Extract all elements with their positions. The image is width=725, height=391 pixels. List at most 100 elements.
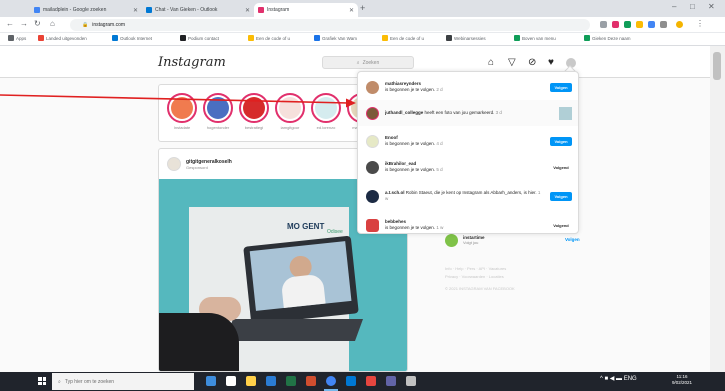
bookmark[interactable]: Een de code of u <box>382 35 424 41</box>
following-button[interactable]: Volgend <box>550 221 572 230</box>
bookmark[interactable]: Grafiek Van Wam <box>314 35 357 41</box>
post-username[interactable]: gitgitgeneralkoselh <box>186 159 232 165</box>
story[interactable]: Instadate <box>167 93 197 130</box>
task-view-icon[interactable] <box>206 376 216 386</box>
story-label: Instadate <box>173 125 191 130</box>
notification-avatar[interactable] <box>366 160 379 174</box>
follow-suggestion-button[interactable]: Volgen <box>565 237 580 242</box>
file-explorer-icon[interactable] <box>246 376 256 386</box>
story-ring <box>275 93 305 123</box>
bookmark[interactable]: Podium contact <box>180 35 219 41</box>
notification-username[interactable]: juthandl_collegge <box>385 110 423 115</box>
footer-links[interactable]: Privacy · Voorwaarden · Locaties <box>445 274 504 279</box>
profile-avatar[interactable] <box>676 21 683 28</box>
teams-icon[interactable] <box>386 376 396 386</box>
bookmark-icon <box>584 35 590 41</box>
scrollbar-track[interactable] <box>710 46 725 372</box>
notification-username[interactable]: a.t.sch.ol <box>385 190 405 195</box>
powerpoint-icon[interactable] <box>306 376 316 386</box>
extension-icon[interactable] <box>660 21 667 28</box>
notification-row[interactable]: juthandl_collegge heeft een foto van jou… <box>358 100 578 126</box>
home-icon[interactable]: ⌂ <box>50 19 55 28</box>
app-icon[interactable] <box>366 376 376 386</box>
footer-links[interactable]: Info · Help · Pers · API · Vacatures <box>445 266 506 271</box>
follow-button[interactable]: Volgen <box>550 191 572 201</box>
tab-title: Instagram <box>267 7 290 13</box>
new-tab-button[interactable]: + <box>360 3 365 13</box>
forward-icon[interactable]: → <box>20 19 28 28</box>
address-bar[interactable]: 🔒 instagram.com <box>70 19 590 31</box>
star-icon[interactable] <box>600 21 607 28</box>
notification-row[interactable]: mathiasreynders is begonnen je te volgen.… <box>358 74 578 100</box>
suggestion-avatar[interactable] <box>445 234 458 247</box>
notification-row[interactable]: Enoof is begonnen je te volgen. 4 d Volge… <box>358 128 578 154</box>
outlook-icon[interactable] <box>346 376 356 386</box>
home-icon[interactable]: ⌂ <box>488 57 494 68</box>
notification-text: ikBrahilor_ead is begonnen je te volgen. … <box>385 161 544 173</box>
explore-icon[interactable]: ⊘ <box>528 57 536 68</box>
extension-icon[interactable] <box>636 21 643 28</box>
close-tab-icon[interactable]: ✕ <box>245 7 250 14</box>
bookmark[interactable]: Landed uitgevonden <box>38 35 87 41</box>
back-icon[interactable]: ← <box>6 19 14 28</box>
heart-icon[interactable]: ♥ <box>548 57 554 68</box>
post-avatar[interactable] <box>167 157 181 171</box>
post-thumbnail[interactable] <box>559 106 572 120</box>
bookmark[interactable]: Outlook Internet <box>112 35 152 41</box>
close-tab-icon[interactable]: ✕ <box>349 7 354 14</box>
notification-avatar[interactable] <box>366 134 379 148</box>
bookmark[interactable]: Webinarsessies <box>446 35 486 41</box>
bookmark[interactable]: Gieken Deze naam <box>584 35 631 41</box>
tab-instagram[interactable]: Instagram ✕ <box>254 3 358 17</box>
story[interactable]: hogentonder <box>203 93 233 130</box>
excel-icon[interactable] <box>286 376 296 386</box>
search-input[interactable]: ⌕ Zoeken <box>322 56 414 69</box>
taskbar-clock[interactable]: 11:16 9/02/2021 <box>672 374 692 386</box>
reload-icon[interactable]: ↻ <box>34 19 41 28</box>
extension-icon[interactable] <box>612 21 619 28</box>
story[interactable]: bestratiegi <box>239 93 269 130</box>
bookmark-apps[interactable]: Apps <box>8 35 26 41</box>
app-icon[interactable] <box>226 376 236 386</box>
notification-text: juthandl_collegge heeft een foto van jou… <box>385 110 553 116</box>
extension-icon[interactable] <box>624 21 631 28</box>
story[interactable]: iamgitgoor <box>275 93 305 130</box>
story[interactable]: ed.lorenzo <box>311 93 341 130</box>
story-ring <box>167 93 197 123</box>
close-tab-icon[interactable]: ✕ <box>133 7 138 14</box>
tab-google[interactable]: mailadplein - Google zoeken ✕ <box>30 3 142 17</box>
app-icon[interactable] <box>406 376 416 386</box>
follow-button[interactable]: Volgen <box>550 136 572 146</box>
notification-username[interactable]: mathiasreynders <box>385 81 421 86</box>
scrollbar-thumb[interactable] <box>713 52 721 80</box>
minimize-button[interactable]: – <box>672 2 676 11</box>
bookmark[interactable]: Boven van menu <box>514 35 556 41</box>
notification-avatar[interactable] <box>366 189 379 203</box>
word-icon[interactable] <box>266 376 276 386</box>
menu-icon[interactable]: ⋮ <box>696 19 704 28</box>
notification-username[interactable]: bebbehes <box>385 219 406 224</box>
notification-avatar[interactable] <box>366 80 379 94</box>
tab-outlook[interactable]: Chat - Van Gieken - Outlook ✕ <box>142 3 254 17</box>
bookmark[interactable]: Een de code of u <box>248 35 290 41</box>
taskbar-search-box[interactable]: ⌕ Typ hier om te zoeken <box>52 373 194 390</box>
windows-start-icon[interactable] <box>38 377 46 385</box>
notification-username[interactable]: ikBrahilor_ead <box>385 161 416 166</box>
system-tray-icons[interactable]: ^ ■ ◀ ▬ ENG <box>600 375 637 382</box>
notification-avatar[interactable] <box>366 218 379 232</box>
notification-row[interactable]: a.t.sch.ol Robin Staeut, die je kent op … <box>358 182 578 210</box>
follow-button[interactable]: Volgen <box>550 82 572 92</box>
close-window-button[interactable]: ✕ <box>708 2 715 11</box>
instagram-logo[interactable]: Instagram <box>158 55 226 70</box>
notification-username[interactable]: Enoof <box>385 135 398 140</box>
following-button[interactable]: Volgend <box>550 163 572 172</box>
chrome-icon[interactable] <box>326 376 336 386</box>
extension-icon[interactable] <box>648 21 655 28</box>
bookmark-icon <box>382 35 388 41</box>
notification-row[interactable]: bebbehes is begonnen je te volgen. 1 w Vo… <box>358 212 578 233</box>
notification-avatar[interactable] <box>366 106 379 120</box>
maximize-button[interactable]: □ <box>690 2 695 11</box>
notification-row[interactable]: ikBrahilor_ead is begonnen je te volgen. … <box>358 154 578 180</box>
direct-icon[interactable]: ▽ <box>508 57 516 68</box>
bookmark-icon <box>446 35 452 41</box>
